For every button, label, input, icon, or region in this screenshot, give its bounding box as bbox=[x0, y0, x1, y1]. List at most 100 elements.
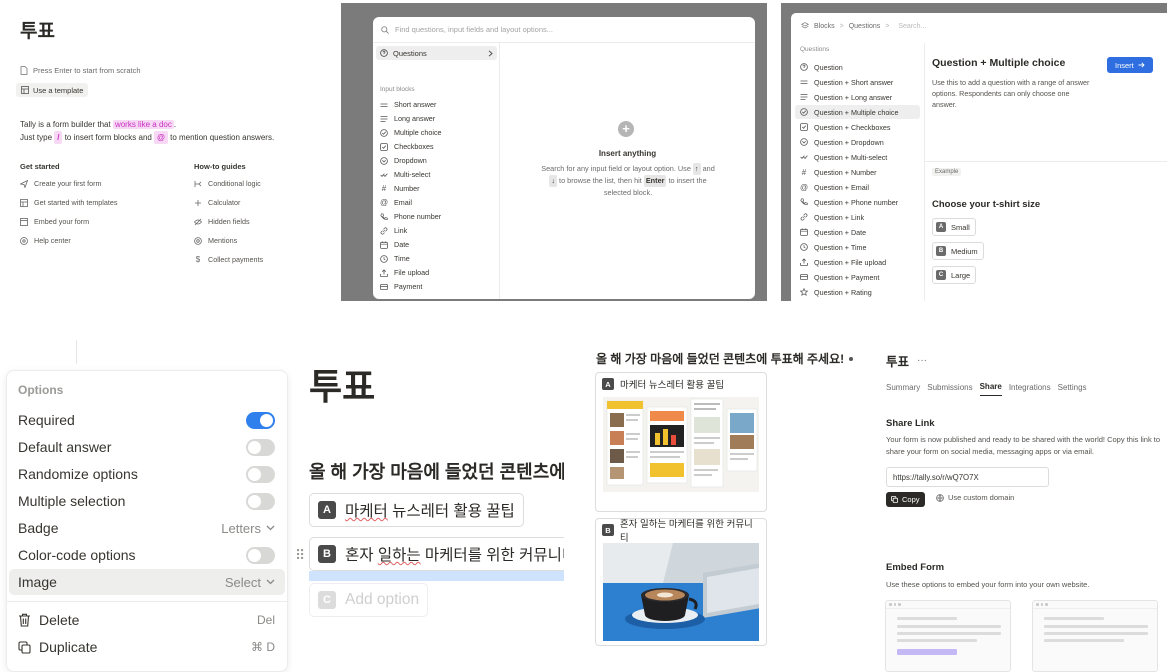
arrow-right-icon bbox=[1138, 62, 1145, 68]
choice-option-b[interactable]: B 혼자 일하는 마케터를 위한 커뮤니티 bbox=[309, 537, 564, 571]
tab-share[interactable]: Share bbox=[979, 382, 1002, 396]
block-question-email[interactable]: @ Question + Email bbox=[795, 180, 920, 194]
default-answer-toggle[interactable] bbox=[246, 438, 275, 456]
block-question-multiple-choice[interactable]: Question + Multiple choice bbox=[795, 105, 920, 119]
share-url-field[interactable]: https://tally.so/r/wQ7O7X bbox=[886, 467, 1049, 487]
mentions-link[interactable]: Mentions bbox=[194, 236, 237, 245]
embed-form-link[interactable]: Embed your form bbox=[20, 217, 89, 226]
block-question-short[interactable]: Question + Short answer bbox=[795, 75, 920, 89]
option-image[interactable]: Image Select bbox=[9, 569, 285, 595]
option-badge[interactable]: Badge Letters bbox=[9, 515, 285, 541]
option-randomize[interactable]: Randomize options bbox=[9, 461, 285, 487]
delete-action[interactable]: Delete Del bbox=[9, 607, 285, 633]
conditional-logic-link[interactable]: Conditional logic bbox=[194, 179, 261, 188]
image-choice-b[interactable]: B 혼자 일하는 마케터를 위한 커뮤니티 bbox=[595, 518, 767, 646]
block-question-long[interactable]: Question + Long answer bbox=[795, 90, 920, 104]
block-number[interactable]: # Number bbox=[380, 184, 420, 193]
category-questions[interactable]: Questions bbox=[376, 46, 497, 60]
badge-select[interactable]: Letters bbox=[221, 521, 275, 536]
option-multiple-selection[interactable]: Multiple selection bbox=[9, 488, 285, 514]
more-icon[interactable]: ··· bbox=[917, 355, 927, 366]
option-required[interactable]: Required bbox=[9, 407, 285, 433]
hash-icon: # bbox=[381, 184, 387, 193]
block-question-upload[interactable]: Question + File upload bbox=[795, 255, 920, 269]
block-question-time[interactable]: Question + Time bbox=[795, 240, 920, 254]
form-title[interactable]: 투표 bbox=[309, 358, 375, 410]
add-option-button[interactable]: C Add option bbox=[309, 583, 429, 617]
block-search-input[interactable]: Search... bbox=[898, 23, 926, 30]
block-question-multi-select[interactable]: Question + Multi-select bbox=[795, 150, 920, 164]
image-choice-a[interactable]: A 마케터 뉴스레터 활용 꿀팁 bbox=[595, 372, 767, 512]
option-label: Small bbox=[951, 222, 970, 232]
required-toggle[interactable] bbox=[246, 411, 275, 429]
block-multi-select[interactable]: Multi-select bbox=[380, 170, 430, 179]
example-option-small[interactable]: A Small bbox=[932, 218, 976, 236]
block-question-rating[interactable]: Question + Rating bbox=[795, 285, 920, 299]
block-payment[interactable]: Payment bbox=[380, 282, 422, 291]
card-icon bbox=[800, 273, 808, 281]
block-question-payment[interactable]: Question + Payment bbox=[795, 270, 920, 284]
arrow-down-key: ↓ bbox=[549, 175, 558, 187]
form-question[interactable]: 올 해 가장 마음에 들었던 콘텐츠에 bbox=[309, 458, 564, 484]
custom-domain-link[interactable]: Use custom domain bbox=[936, 493, 1014, 502]
use-template-button[interactable]: Use a template bbox=[16, 83, 89, 97]
block-multiple-choice[interactable]: Multiple choice bbox=[380, 128, 442, 137]
create-first-form-link[interactable]: Create your first form bbox=[20, 179, 102, 188]
drag-handle-icon[interactable]: ⠿ bbox=[295, 548, 305, 562]
tab-settings[interactable]: Settings bbox=[1058, 383, 1087, 396]
block-question-checkboxes[interactable]: Question + Checkboxes bbox=[795, 120, 920, 134]
option-default-answer[interactable]: Default answer bbox=[9, 434, 285, 460]
chevron-down-icon bbox=[266, 525, 275, 531]
block-label: Time bbox=[394, 254, 410, 263]
tab-integrations[interactable]: Integrations bbox=[1009, 383, 1051, 396]
block-label: Number bbox=[394, 184, 420, 193]
choice-option-a[interactable]: A 마케터 뉴스레터 활용 꿀팁 bbox=[309, 493, 524, 527]
insert-button[interactable]: Insert bbox=[1107, 57, 1153, 73]
randomize-toggle[interactable] bbox=[246, 465, 275, 483]
option-color-code[interactable]: Color-code options bbox=[9, 542, 285, 568]
chevron-down-icon bbox=[266, 579, 275, 585]
hidden-fields-link[interactable]: Hidden fields bbox=[194, 217, 250, 226]
block-email[interactable]: @ Email bbox=[380, 198, 412, 207]
image-value: Select bbox=[224, 574, 261, 590]
example-option-large[interactable]: C Large bbox=[932, 266, 977, 284]
collect-payments-link[interactable]: $ Collect payments bbox=[194, 255, 263, 264]
block-phone[interactable]: Phone number bbox=[380, 212, 441, 221]
start-hint[interactable]: Press Enter to start from scratch bbox=[20, 66, 141, 75]
copy-button[interactable]: Copy bbox=[886, 492, 925, 507]
embed-option-popup[interactable] bbox=[1032, 600, 1158, 672]
block-time[interactable]: Time bbox=[380, 254, 410, 263]
block-question-date[interactable]: Question + Date bbox=[795, 225, 920, 239]
block-date[interactable]: Date bbox=[380, 240, 409, 249]
multiple-selection-toggle[interactable] bbox=[246, 492, 275, 510]
block-question-link[interactable]: Question + Link bbox=[795, 210, 920, 224]
divider bbox=[76, 340, 77, 364]
block-checkboxes[interactable]: Checkboxes bbox=[380, 142, 434, 151]
block-short-answer[interactable]: Short answer bbox=[380, 100, 436, 109]
block-question-dropdown[interactable]: Question + Dropdown bbox=[795, 135, 920, 149]
crumb-blocks[interactable]: Blocks bbox=[814, 23, 835, 30]
command-search[interactable]: Find questions, input fields and layout … bbox=[373, 17, 755, 43]
duplicate-action[interactable]: Duplicate ⌘ D bbox=[9, 634, 285, 660]
option-label: 혼자 일하는 마케터를 위한 커뮤니티 bbox=[345, 543, 564, 565]
block-file-upload[interactable]: File upload bbox=[380, 268, 429, 277]
tab-submissions[interactable]: Submissions bbox=[927, 383, 972, 396]
command-menu: Find questions, input fields and layout … bbox=[373, 17, 755, 299]
block-question-number[interactable]: # Question + Number bbox=[795, 165, 920, 179]
block-question[interactable]: Question bbox=[795, 60, 920, 74]
example-option-medium[interactable]: B Medium bbox=[932, 242, 984, 260]
block-long-answer[interactable]: Long answer bbox=[380, 114, 435, 123]
tab-summary[interactable]: Summary bbox=[886, 383, 920, 396]
block-dropdown[interactable]: Dropdown bbox=[380, 156, 427, 165]
embed-option-standard[interactable] bbox=[885, 600, 1011, 672]
block-question-phone[interactable]: Question + Phone number bbox=[795, 195, 920, 209]
crumb-questions[interactable]: Questions bbox=[849, 23, 881, 30]
blocks-icon bbox=[801, 22, 809, 30]
block-label: Multiple choice bbox=[394, 128, 442, 137]
templates-link[interactable]: Get started with templates bbox=[20, 198, 118, 207]
help-center-link[interactable]: Help center bbox=[20, 236, 71, 245]
image-select[interactable]: Select bbox=[225, 575, 275, 590]
calculator-link[interactable]: Calculator bbox=[194, 198, 240, 207]
color-code-toggle[interactable] bbox=[246, 546, 275, 564]
block-link[interactable]: Link bbox=[380, 226, 407, 235]
